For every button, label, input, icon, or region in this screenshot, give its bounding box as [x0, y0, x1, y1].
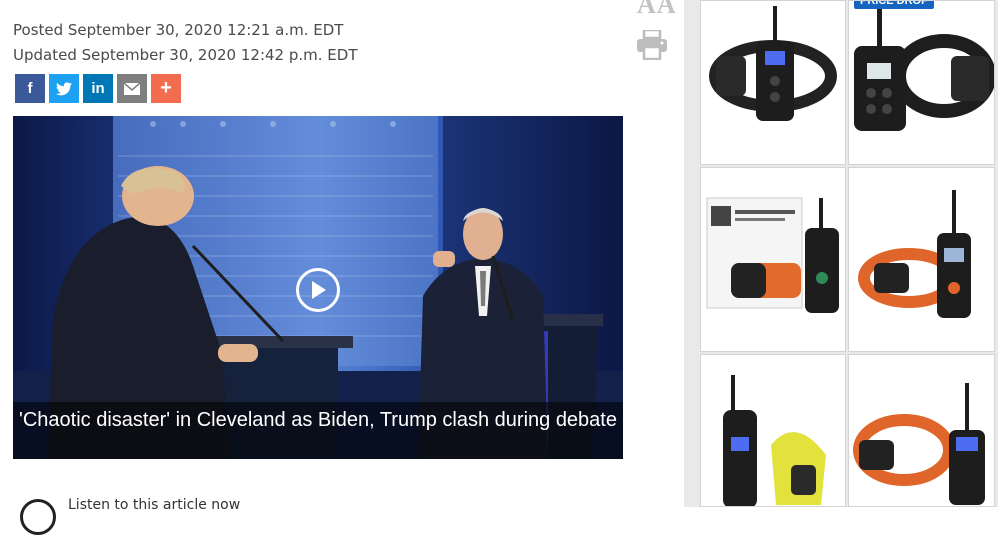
linkedin-share-button[interactable]: in [83, 74, 113, 103]
plus-icon: + [160, 77, 172, 99]
product-tile-4[interactable] [848, 167, 995, 352]
listen-label[interactable]: Listen to this article now [68, 497, 240, 513]
updated-date: Updated September 30, 2020 12:42 p.m. ED… [13, 46, 358, 64]
video-caption: 'Chaotic disaster' in Cleveland as Biden… [13, 402, 623, 459]
price-drop-badge: PRICE DROP [854, 1, 935, 9]
product-tile-6[interactable] [848, 354, 995, 507]
dog-collar-product-image [854, 9, 994, 131]
posted-date: Posted September 30, 2020 12:21 a.m. EDT [13, 21, 344, 39]
print-button[interactable] [636, 28, 668, 64]
play-button[interactable] [296, 268, 340, 312]
dog-collar-product-image [858, 190, 971, 318]
dog-collar-product-image [723, 375, 826, 506]
product-tile-3[interactable] [700, 167, 846, 352]
dog-collar-product-image [853, 383, 985, 505]
print-icon [637, 28, 667, 61]
video-player[interactable]: 'Chaotic disaster' in Cleveland as Biden… [13, 116, 623, 459]
email-icon [124, 82, 140, 95]
listen-icon[interactable] [20, 499, 56, 535]
product-tile-5[interactable] [700, 354, 846, 507]
dog-collar-product-image [709, 6, 837, 121]
linkedin-icon: in [91, 80, 105, 97]
email-share-button[interactable] [117, 74, 147, 103]
text-size-button[interactable]: AA [637, 0, 677, 20]
play-icon [312, 281, 326, 299]
facebook-share-button[interactable]: f [15, 74, 45, 103]
product-tile-2[interactable]: PRICE DROP [848, 0, 995, 165]
twitter-icon [56, 81, 72, 95]
article-tools: AA [630, 0, 676, 70]
facebook-icon: f [27, 80, 33, 97]
twitter-share-button[interactable] [49, 74, 79, 103]
ad-rail: PRICE DROP [684, 0, 998, 507]
dog-collar-product-image [706, 197, 839, 313]
product-tile-1[interactable] [700, 0, 846, 165]
share-bar: f in + [15, 74, 181, 103]
more-share-button[interactable]: + [151, 74, 181, 103]
